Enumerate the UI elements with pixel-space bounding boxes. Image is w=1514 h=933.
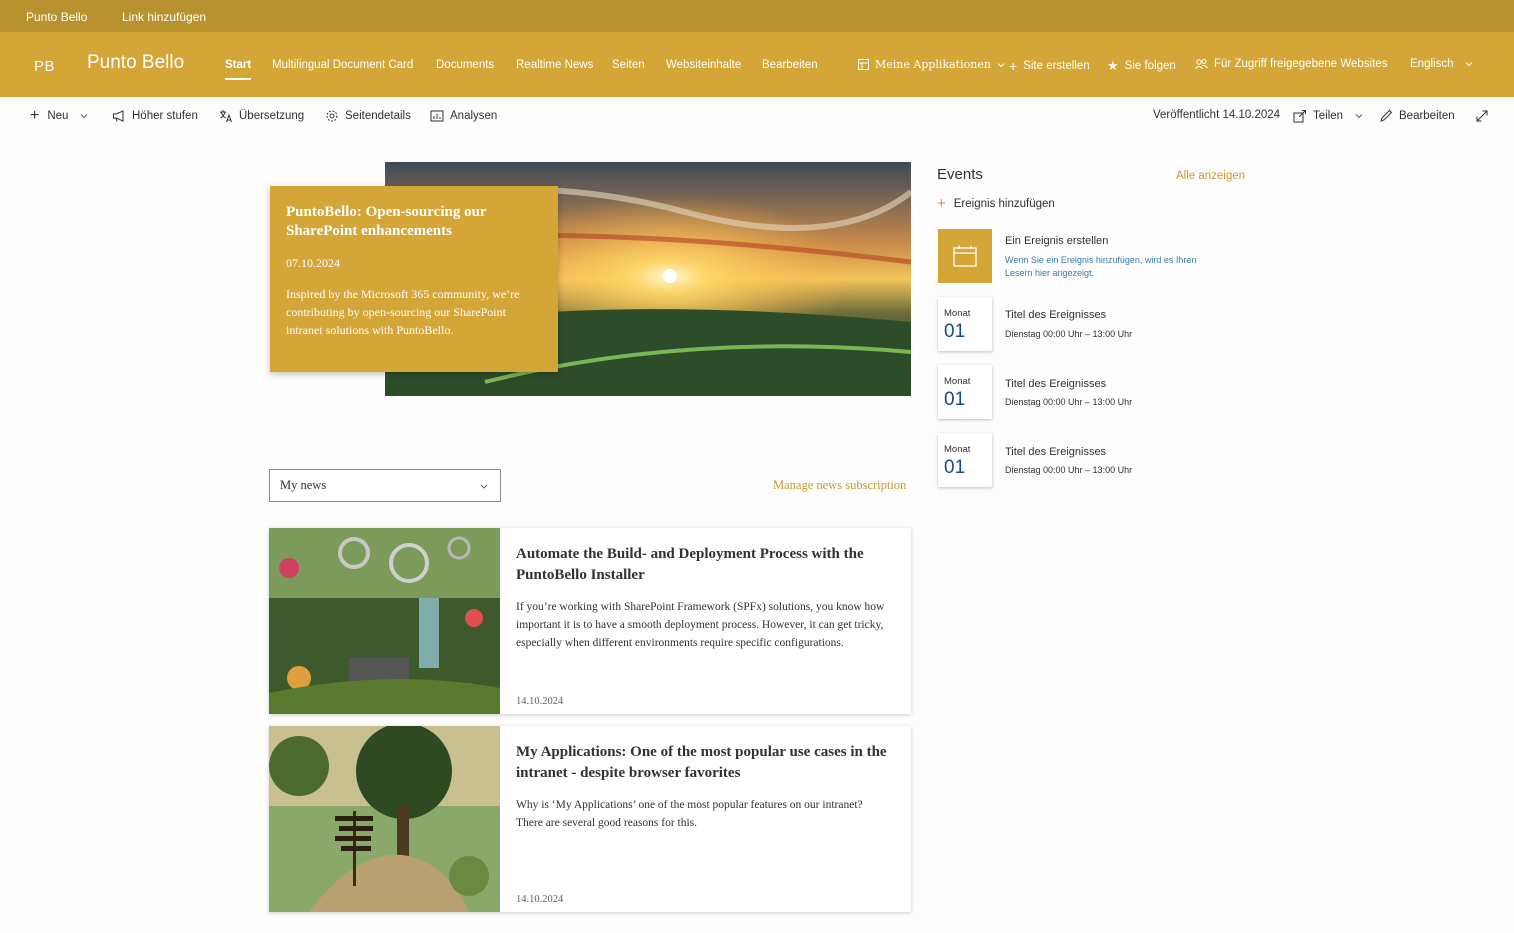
news-description: Why is ‘My Applications’ one of the most… [516, 799, 863, 829]
event-time: Dienstag 00:00 Uhr – 13:00 Uhr [1005, 397, 1133, 407]
star-icon: ★ [1107, 58, 1119, 73]
event-time: Dienstag 00:00 Uhr – 13:00 Uhr [1005, 329, 1133, 339]
translation-button[interactable]: Übersetzung [219, 109, 304, 123]
hub-site-link[interactable]: Punto Bello [26, 10, 87, 24]
language-selector[interactable]: Englisch [1410, 58, 1473, 70]
follow-button[interactable]: ★ Sie folgen [1107, 58, 1176, 74]
translation-label: Übersetzung [239, 110, 305, 122]
see-all-link[interactable]: Alle anzeigen [1176, 170, 1245, 182]
news-thumbnail[interactable] [269, 726, 500, 912]
site-header: PB Punto Bello Start Multilingual Docume… [0, 32, 1514, 97]
site-title[interactable]: Punto Bello [87, 52, 184, 74]
event-title[interactable]: Titel des Ereignisses [1005, 446, 1106, 458]
chart-icon [430, 110, 444, 122]
share-icon [1293, 110, 1306, 123]
chevron-down-icon [480, 484, 488, 489]
event-title[interactable]: Titel des Ereignisses [1005, 378, 1106, 390]
new-button[interactable]: + Neu [30, 107, 88, 124]
event-date-box: Monat 01 [938, 297, 992, 351]
events-title: Events [937, 166, 983, 183]
nav-bearbeiten[interactable]: Bearbeiten [762, 59, 818, 71]
news-card[interactable]: My Applications: One of the most popular… [269, 726, 911, 912]
event-month: Monat [944, 444, 971, 455]
create-event-description: Wenn Sie ein Ereignis hinzufügen, wird e… [1005, 255, 1197, 278]
analytics-button[interactable]: Analysen [430, 109, 497, 123]
apps-grid-icon [858, 59, 869, 70]
my-apps-label: Meine Applikationen [875, 58, 991, 71]
follow-label: Sie folgen [1124, 60, 1176, 72]
chevron-down-icon [1355, 114, 1363, 119]
page-details-button[interactable]: Seitendetails [325, 109, 411, 123]
nav-multilingual-document-card[interactable]: Multilingual Document Card [272, 59, 413, 71]
translate-icon [220, 110, 232, 123]
calendar-icon [938, 229, 992, 283]
nav-seiten[interactable]: Seiten [612, 59, 645, 71]
shared-sites-label: Für Zugriff freigegebene Websites [1214, 58, 1388, 70]
pencil-icon [1380, 109, 1393, 122]
news-date: 14.10.2024 [516, 894, 564, 905]
gear-icon [326, 110, 338, 122]
shared-sites-button[interactable]: Für Zugriff freigegebene Websites [1195, 58, 1387, 70]
add-link-button[interactable]: Link hinzufügen [122, 10, 206, 24]
chevron-down-icon [997, 62, 1005, 67]
nav-start[interactable]: Start [225, 59, 252, 80]
add-event-button[interactable]: + Ereignis hinzufügen [937, 195, 1055, 212]
hero-date: 07.10.2024 [286, 256, 340, 270]
event-title[interactable]: Titel des Ereignisses [1005, 309, 1106, 321]
expand-button[interactable] [1475, 109, 1489, 123]
manage-subscription-link[interactable]: Manage news subscription [773, 478, 906, 493]
share-label: Teilen [1313, 110, 1344, 122]
plus-icon: + [30, 107, 40, 124]
news-title[interactable]: My Applications: One of the most popular… [516, 742, 896, 784]
new-label: Neu [47, 110, 69, 122]
plus-icon: + [937, 195, 946, 212]
news-filter-dropdown[interactable]: My news [269, 469, 501, 502]
add-event-label: Ereignis hinzufügen [953, 197, 1055, 210]
create-event-title: Ein Ereignis erstellen [1005, 235, 1109, 247]
event-date-box: Monat 01 [938, 433, 992, 487]
megaphone-icon [113, 110, 124, 122]
chevron-down-icon [81, 114, 88, 119]
event-time: Dienstag 00:00 Uhr – 13:00 Uhr [1005, 465, 1133, 475]
hero-title[interactable]: PuntoBello: Open-sourcing our SharePoint… [286, 203, 542, 241]
promote-label: Höher stufen [132, 110, 198, 122]
hero-description: Inspired by the Microsoft 365 community,… [286, 287, 520, 337]
news-date: 14.10.2024 [516, 696, 564, 707]
nav-documents[interactable]: Documents [436, 59, 494, 71]
edit-label: Bearbeiten [1399, 110, 1455, 122]
site-logo[interactable]: PB [34, 58, 55, 75]
hub-bar: Punto Bello Link hinzufügen [0, 0, 1514, 32]
hero-text-box[interactable]: PuntoBello: Open-sourcing our SharePoint… [270, 186, 558, 372]
nav-realtime-news[interactable]: Realtime News [516, 59, 593, 71]
news-title[interactable]: Automate the Build- and Deployment Proce… [516, 544, 896, 586]
expand-icon [1476, 110, 1488, 122]
promote-button[interactable]: Höher stufen [112, 109, 198, 123]
my-apps-menu[interactable]: Meine Applikationen [858, 58, 1005, 71]
event-month: Monat [944, 376, 971, 387]
news-description: If you’re working with SharePoint Framew… [516, 601, 885, 649]
people-icon [1195, 59, 1208, 70]
event-day: 01 [944, 389, 966, 410]
create-site-label: Site erstellen [1023, 60, 1090, 72]
event-month: Monat [944, 308, 971, 319]
analytics-label: Analysen [450, 110, 498, 122]
nav-websiteinhalte[interactable]: Websiteinhalte [666, 59, 741, 71]
chevron-down-icon [1466, 62, 1473, 67]
page-details-label: Seitendetails [345, 110, 411, 122]
language-label: Englisch [1410, 58, 1454, 70]
create-site-button[interactable]: + Site erstellen [1009, 58, 1090, 74]
edit-button[interactable]: Bearbeiten [1379, 109, 1455, 123]
published-label: Veröffentlicht 14.10.2024 [1153, 109, 1281, 121]
news-filter-value: My news [280, 478, 327, 492]
plus-icon: + [1009, 58, 1018, 74]
news-card[interactable]: Automate the Build- and Deployment Proce… [269, 528, 911, 714]
event-date-box: Monat 01 [938, 365, 992, 419]
published-status: Veröffentlicht 14.10.2024 [1153, 109, 1280, 121]
event-day: 01 [944, 457, 966, 478]
share-button[interactable]: Teilen [1293, 109, 1363, 123]
event-day: 01 [944, 321, 966, 342]
news-thumbnail[interactable] [269, 528, 500, 714]
